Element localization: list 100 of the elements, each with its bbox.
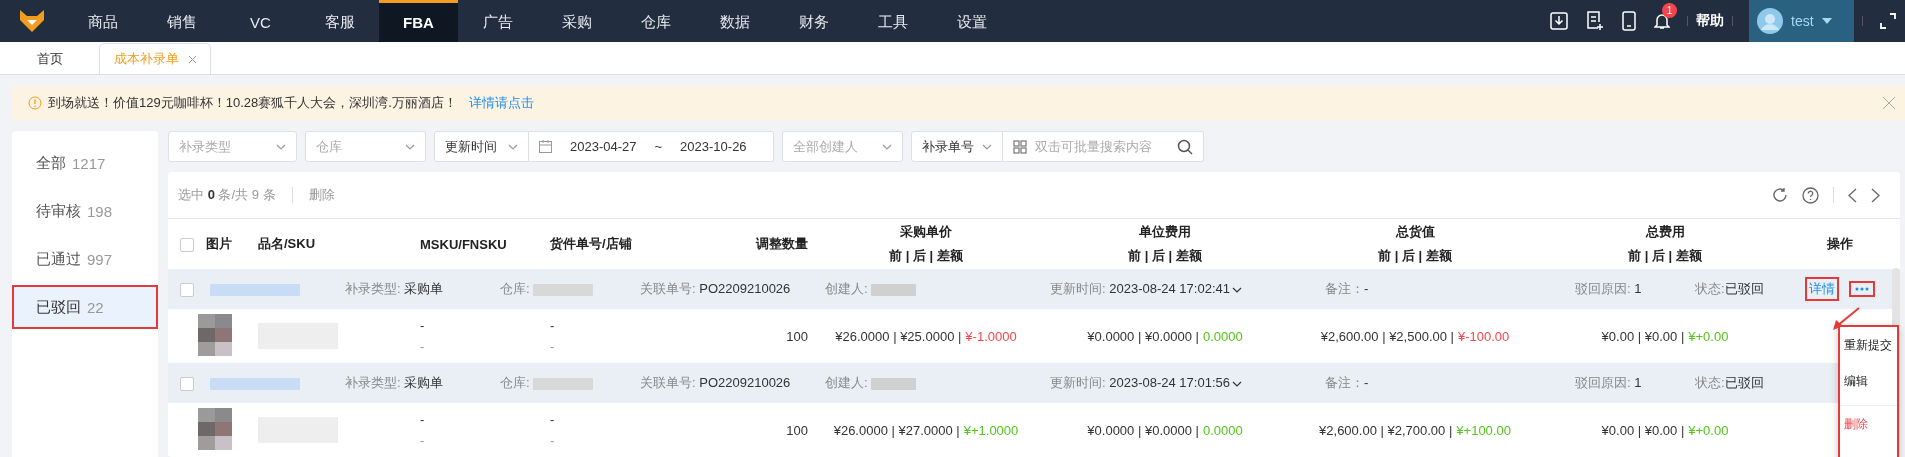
- sidebar-item[interactable]: 已通过 997: [12, 237, 158, 281]
- selection-summary: 选中 0 条/共 9 条: [178, 186, 276, 204]
- grid-icon: [1013, 139, 1027, 154]
- more-button[interactable]: [1849, 281, 1875, 297]
- nav-item[interactable]: 客服: [300, 0, 379, 42]
- next-icon[interactable]: [1871, 187, 1880, 203]
- more-icon: [1855, 287, 1869, 291]
- select-field[interactable]: 补录单号: [911, 131, 1003, 162]
- reference-field: 关联单号: PO2209210026: [640, 374, 825, 392]
- warehouse-field: 仓库:: [500, 374, 640, 392]
- shipment-text: -: [550, 412, 556, 427]
- caret-icon: [1821, 18, 1832, 24]
- nav-item[interactable]: 采购: [537, 0, 616, 42]
- difference-text: 0.0000: [1202, 328, 1243, 344]
- type-field: 补录类型: 采购单: [345, 374, 500, 392]
- nav-item[interactable]: 工具: [853, 0, 932, 42]
- price-text: ¥0.00 | ¥0.00 |: [1601, 328, 1685, 344]
- difference-text: ¥+1.0000: [963, 422, 1019, 438]
- previous-icon[interactable]: [1848, 187, 1857, 203]
- nav-item[interactable]: 销售: [142, 0, 221, 42]
- user-menu[interactable]: test: [1749, 0, 1854, 42]
- close-icon[interactable]: [189, 55, 196, 63]
- nav-item[interactable]: 商品: [63, 0, 142, 42]
- download-icon[interactable]: [1550, 12, 1568, 30]
- checkbox[interactable]: [180, 282, 194, 297]
- note-field: 备注：-: [1325, 374, 1575, 392]
- document-add-icon[interactable]: [1586, 11, 1604, 31]
- column-header: 品名/SKU: [258, 235, 317, 253]
- scrollbar[interactable]: [1892, 268, 1900, 457]
- store-text: -: [550, 433, 556, 448]
- chevron-down-icon[interactable]: [1231, 287, 1242, 293]
- column-subheader: 前 | 后 | 差额: [1128, 247, 1202, 265]
- price-text: ¥0.0000 | ¥0.0000 |: [1087, 422, 1199, 438]
- checkbox[interactable]: [180, 376, 194, 391]
- sidebar-item[interactable]: 全部 1217: [12, 141, 158, 185]
- date-range-field[interactable]: 2023-04-27 ~ 2023-10-26: [529, 131, 774, 162]
- nav-item[interactable]: 数据: [695, 0, 774, 42]
- sidebar-item[interactable]: 已驳回 22: [12, 285, 158, 329]
- checkbox[interactable]: [180, 237, 194, 252]
- creator-field: 创建人:: [825, 280, 1050, 298]
- column-header: 货件单号/店铺: [550, 235, 633, 253]
- sidebar-item[interactable]: 待审核 198: [12, 189, 158, 233]
- price-text: ¥0.00 | ¥0.00 |: [1601, 422, 1685, 438]
- price-text: ¥2,600.00 | ¥2,700.00 |: [1319, 422, 1453, 438]
- quantity-text: 100: [785, 422, 809, 438]
- reason-field: 驳回原因: 1: [1575, 280, 1695, 298]
- chevron-down-icon: [982, 143, 992, 150]
- search-icon[interactable]: [1177, 138, 1193, 155]
- menu-item[interactable]: 重新提交: [1840, 327, 1897, 363]
- msku-text: -: [420, 412, 426, 427]
- info-icon: [28, 96, 42, 110]
- column-header: 单位费用: [1139, 223, 1191, 241]
- refresh-icon[interactable]: [1772, 187, 1788, 203]
- notification-badge: 1: [1662, 3, 1677, 18]
- nav-item[interactable]: 广告: [458, 0, 537, 42]
- warehouse-field: 仓库:: [500, 280, 640, 298]
- status-field: 状态:已驳回: [1695, 374, 1805, 392]
- price-text: ¥26.0000 | ¥27.0000 |: [833, 422, 960, 438]
- reason-field: 驳回原因: 1: [1575, 374, 1695, 392]
- menu-item[interactable]: 编辑: [1840, 363, 1897, 399]
- shipment-text: -: [550, 318, 556, 333]
- difference-text: ¥-100.00: [1457, 328, 1510, 344]
- fnsku-text: -: [420, 433, 426, 448]
- price-text: ¥2,600.00 | ¥2,500.00 |: [1320, 328, 1454, 344]
- column-header: 采购单价: [900, 223, 952, 241]
- fullscreen-icon[interactable]: [1880, 13, 1896, 29]
- nav-item[interactable]: VC: [221, 0, 300, 42]
- chevron-down-icon: [276, 143, 286, 150]
- nav-item[interactable]: 仓库: [616, 0, 695, 42]
- updated-field: 更新时间: 2023-08-24 17:01:56: [1050, 374, 1325, 392]
- column-subheader: 前 | 后 | 差额: [1378, 247, 1452, 265]
- page-tab[interactable]: 首页: [0, 43, 99, 74]
- column-header: 调整数量: [754, 235, 809, 253]
- price-text: ¥0.0000 | ¥0.0000 |: [1087, 328, 1199, 344]
- nav-item[interactable]: FBA: [379, 0, 458, 42]
- help-link[interactable]: 帮助: [1696, 12, 1724, 30]
- reference-field: 关联单号: PO2209210026: [640, 280, 825, 298]
- nav-item[interactable]: 财务: [774, 0, 853, 42]
- nav-item[interactable]: 设置: [932, 0, 1011, 42]
- avatar-icon: [1757, 8, 1783, 34]
- column-subheader: 前 | 后 | 差额: [889, 247, 963, 265]
- difference-text: ¥+100.00: [1456, 422, 1511, 438]
- column-header: 总费用: [1645, 223, 1685, 241]
- chevron-down-icon: [882, 143, 892, 150]
- bell-icon[interactable]: [1654, 12, 1670, 30]
- creator-field: 创建人:: [825, 374, 1050, 392]
- phone-icon[interactable]: [1622, 11, 1636, 31]
- column-header: 总货值: [1395, 223, 1435, 241]
- chevron-down-icon: [405, 143, 415, 150]
- select-field[interactable]: 更新时间: [434, 131, 529, 162]
- updated-field: 更新时间: 2023-08-24 17:02:41: [1050, 280, 1325, 298]
- column-header: MSKU/FNSKU: [420, 236, 508, 252]
- store-text: -: [550, 339, 556, 354]
- notice-text: 到场就送！价值129元咖啡杯！10.28赛狐千人大会，深圳湾.万丽酒店！: [48, 94, 457, 112]
- difference-text: ¥+0.00: [1688, 422, 1729, 438]
- quantity-text: 100: [785, 328, 809, 344]
- difference-text: 0.0000: [1202, 422, 1243, 438]
- chevron-down-icon[interactable]: [1231, 381, 1242, 387]
- fox-logo-icon[interactable]: [18, 9, 45, 33]
- help-icon[interactable]: [1802, 186, 1819, 204]
